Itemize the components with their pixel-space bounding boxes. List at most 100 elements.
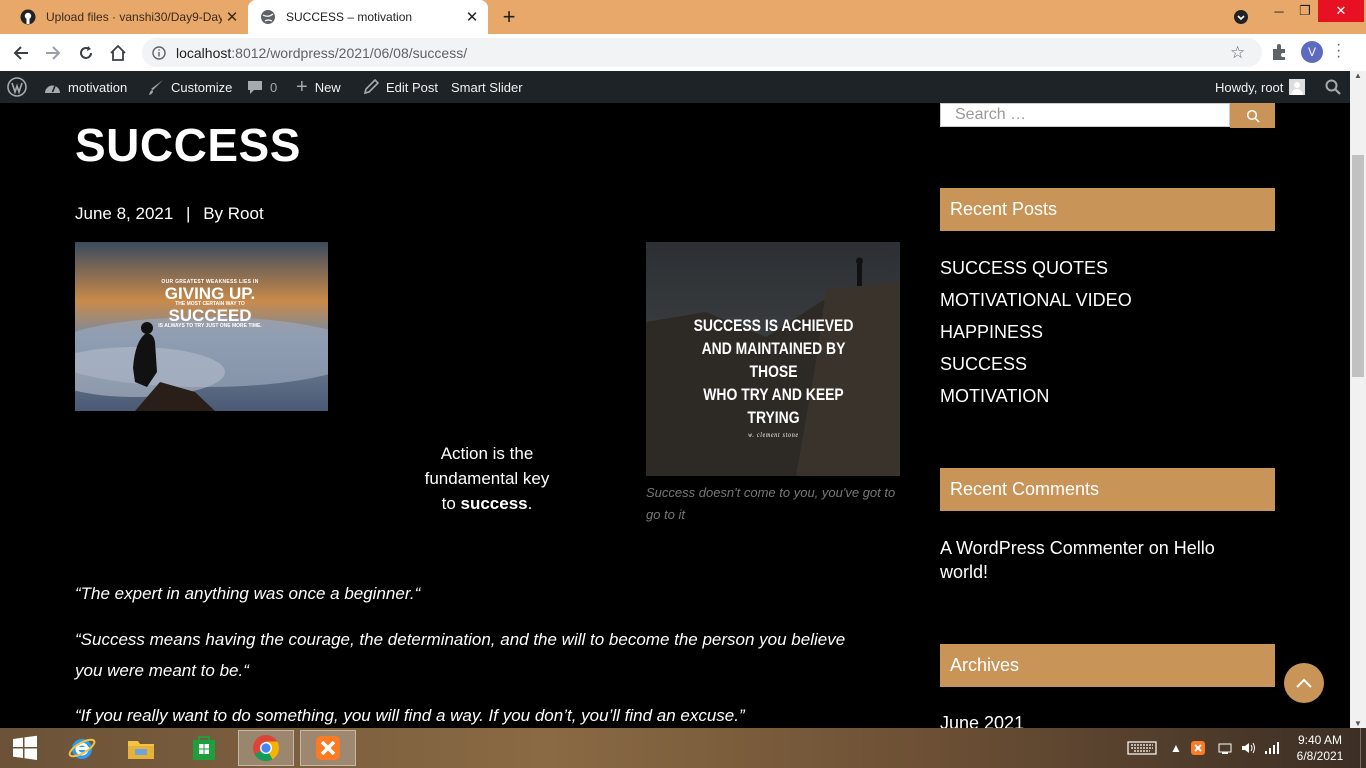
post-author[interactable]: By Root xyxy=(203,204,263,223)
new-label: New xyxy=(314,79,341,95)
new-content-menu[interactable]: + New xyxy=(296,71,341,103)
volume-icon[interactable] xyxy=(1241,728,1257,768)
extensions-icon[interactable] xyxy=(1270,43,1288,66)
clock-date: 6/8/2021 xyxy=(1296,749,1344,763)
recent-post-link[interactable]: SUCCESS QUOTES xyxy=(940,252,1132,284)
home-button[interactable] xyxy=(105,40,131,66)
smart-slider-menu[interactable]: Smart Slider xyxy=(451,71,523,103)
action-quote-line: to success. xyxy=(441,494,533,513)
comment-bubble-icon xyxy=(247,79,263,95)
profile-avatar[interactable]: V xyxy=(1301,41,1323,63)
xampp-icon[interactable] xyxy=(300,730,356,766)
post-meta: June 8, 2021 | By Root xyxy=(75,204,264,224)
quote-paragraph: “Success means having the courage, the d… xyxy=(75,630,846,680)
image-text-line: WHO TRY AND KEEP xyxy=(703,385,844,404)
search-button[interactable] xyxy=(1230,103,1275,128)
admin-search-icon[interactable] xyxy=(1325,71,1341,103)
keyboard-icon[interactable] xyxy=(1127,728,1157,768)
success-bold: success xyxy=(460,494,528,513)
close-window-button[interactable]: ✕ xyxy=(1318,0,1364,22)
image-text-line: SUCCESS IS ACHIEVED xyxy=(693,316,854,335)
customize-label: Customize xyxy=(171,79,233,95)
image-text-line: AND MAINTAINED BY THOSE xyxy=(701,339,846,381)
file-explorer-icon[interactable] xyxy=(113,730,169,766)
network-icon[interactable] xyxy=(1218,728,1232,768)
howdy-label: Howdy, root xyxy=(1215,79,1284,95)
recent-post-link[interactable]: HAPPINESS xyxy=(940,316,1132,348)
action-quote-line: Action is the xyxy=(440,444,534,463)
internet-explorer-icon[interactable] xyxy=(54,730,110,766)
action-quote-line: fundamental key xyxy=(424,469,550,488)
success-achieved-image[interactable]: SUCCESS IS ACHIEVED AND MAINTAINED BY TH… xyxy=(646,242,900,476)
xampp-tray-icon[interactable] xyxy=(1191,728,1205,768)
github-icon xyxy=(20,9,36,25)
show-desktop-button[interactable] xyxy=(1360,728,1366,768)
windows-taskbar: ▲ 9:40 AM 6/8/2021 xyxy=(0,728,1366,768)
image-text-line: SUCCEED xyxy=(168,306,252,325)
url-field[interactable]: localhost:8012/wordpress/2021/06/08/succ… xyxy=(142,38,1262,67)
recent-posts-list: SUCCESS QUOTES MOTIVATIONAL VIDEO HAPPIN… xyxy=(940,252,1132,412)
site-name: motivation xyxy=(68,79,128,95)
customize-menu[interactable]: Customize xyxy=(147,71,232,103)
browser-menu-icon[interactable]: · · · xyxy=(1336,37,1341,65)
image-text-line: TRYING xyxy=(747,408,800,427)
image-text-line: IS ALWAYS TO TRY JUST ONE MORE TIME. xyxy=(158,323,262,329)
search-input[interactable]: Search … xyxy=(940,103,1230,127)
tab-upload-files[interactable]: Upload files · vanshi30/Day9-Day ✕ xyxy=(8,0,248,34)
plus-icon: + xyxy=(296,75,308,98)
info-icon[interactable] xyxy=(152,45,166,60)
comments-menu[interactable]: 0 xyxy=(247,71,277,103)
show-hidden-icons[interactable]: ▲ xyxy=(1170,728,1182,768)
comments-count: 0 xyxy=(270,79,278,95)
my-account-menu[interactable]: Howdy, root xyxy=(1215,71,1306,103)
wordpress-logo-icon[interactable] xyxy=(7,71,27,103)
restore-button[interactable]: ❐ xyxy=(1294,0,1316,22)
windows-start-icon[interactable] xyxy=(0,730,50,766)
back-button[interactable] xyxy=(8,40,34,66)
new-tab-button[interactable]: + xyxy=(496,4,522,30)
globe-icon xyxy=(260,9,276,25)
comment-author-link[interactable]: A WordPress Commenter xyxy=(940,538,1144,558)
giving-up-image[interactable]: OUR GREATEST WEAKNESS LIES IN GIVING UP.… xyxy=(75,242,328,411)
minimize-button[interactable]: ─ xyxy=(1264,0,1294,22)
store-icon[interactable] xyxy=(176,730,232,766)
address-bar: localhost:8012/wordpress/2021/06/08/succ… xyxy=(0,34,1366,71)
page-content: SUCCESS June 8, 2021 | By Root OUR GREAT… xyxy=(0,103,1350,728)
search-icon xyxy=(1246,109,1260,123)
close-tab-icon[interactable]: ✕ xyxy=(462,8,482,26)
image-text-line: GIVING UP. xyxy=(164,284,256,303)
edit-post-label: Edit Post xyxy=(386,79,439,95)
chevron-up-icon xyxy=(1296,678,1312,688)
archive-link[interactable]: June 2021 xyxy=(940,713,1024,728)
wp-admin-bar: motivation Customize 0 + New Edit Post S… xyxy=(0,71,1366,103)
edit-post-menu[interactable]: Edit Post xyxy=(363,71,438,103)
bookmark-star-icon[interactable]: ☆ xyxy=(1230,43,1245,63)
signal-icon[interactable] xyxy=(1264,728,1280,768)
action-quote: Action is the fundamental key to success… xyxy=(387,441,587,516)
image-text-line: w. clement stone xyxy=(748,431,799,439)
close-tab-icon[interactable]: ✕ xyxy=(222,8,242,26)
recent-comments-title: Recent Comments xyxy=(940,468,1275,511)
recent-post-link[interactable]: SUCCESS xyxy=(940,348,1132,380)
scrollbar-thumb[interactable] xyxy=(1352,155,1364,377)
system-clock[interactable]: 9:40 AM 6/8/2021 xyxy=(1290,728,1350,768)
browser-tab-bar: Upload files · vanshi30/Day9-Day ✕ SUCCE… xyxy=(0,0,1366,34)
quote-paragraph: “If you really want to do something, you… xyxy=(75,706,745,725)
recent-post-link[interactable]: MOTIVATIONAL VIDEO xyxy=(940,284,1132,316)
post-date[interactable]: June 8, 2021 xyxy=(75,204,173,223)
comment-on: on xyxy=(1143,538,1174,558)
recent-comment: A WordPress Commenter on Hello world! xyxy=(940,536,1260,584)
recent-post-link[interactable]: MOTIVATION xyxy=(940,380,1132,412)
dashboard-icon xyxy=(44,80,61,95)
forward-button[interactable] xyxy=(40,40,66,66)
post-title: SUCCESS xyxy=(75,119,301,171)
reload-button[interactable] xyxy=(73,40,99,66)
chrome-icon[interactable] xyxy=(238,730,294,766)
giving-up-image-text: OUR GREATEST WEAKNESS LIES IN GIVING UP.… xyxy=(155,280,265,329)
tab-search-icon[interactable] xyxy=(1228,6,1254,28)
back-to-top-button[interactable] xyxy=(1284,663,1324,703)
pencil-icon xyxy=(363,79,379,95)
tab-success[interactable]: SUCCESS – motivation ✕ xyxy=(248,0,488,34)
avatar xyxy=(1289,79,1306,95)
site-name-menu[interactable]: motivation xyxy=(44,71,127,103)
